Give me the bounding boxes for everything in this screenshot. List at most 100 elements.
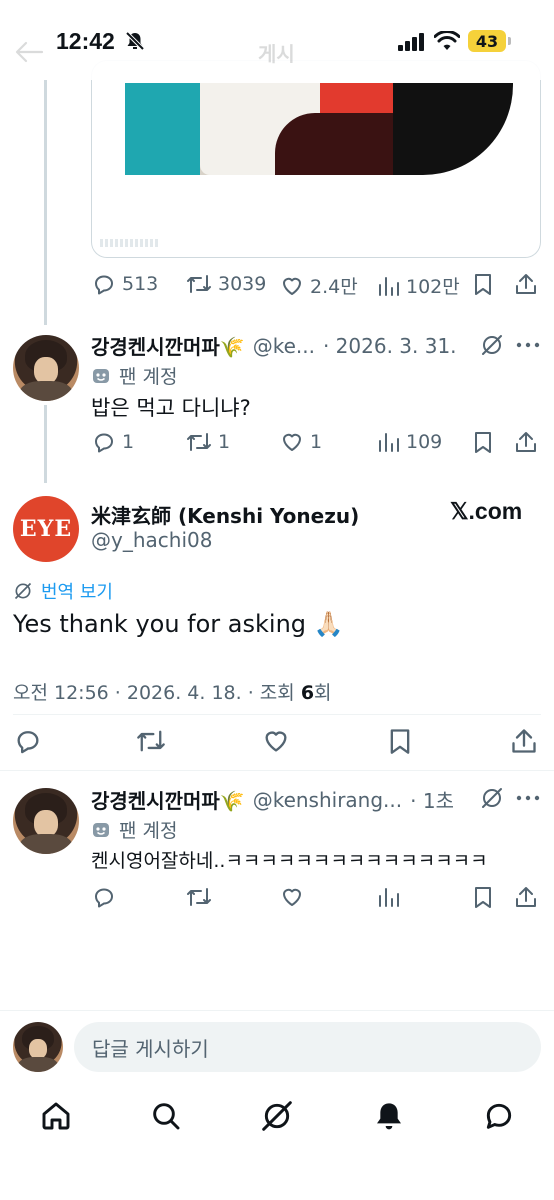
search-icon[interactable] bbox=[150, 1100, 182, 1132]
views-action[interactable] bbox=[376, 885, 400, 909]
share-icon bbox=[512, 729, 536, 753]
fan-account-label: 팬 계정 bbox=[91, 362, 177, 389]
x-com-badge: 𝕏.com bbox=[450, 498, 523, 524]
media-fineprint bbox=[100, 239, 160, 247]
masks-icon bbox=[93, 368, 109, 383]
messages-icon[interactable] bbox=[483, 1100, 515, 1132]
translate-link[interactable]: 번역 보기 bbox=[13, 578, 113, 604]
battery-level: 43 bbox=[475, 31, 499, 51]
like-button[interactable] bbox=[261, 727, 291, 755]
reply-header: 강경켄시깐머파🌾 @kenshirang... · 1초 bbox=[91, 785, 454, 814]
repost-count: 3039 bbox=[218, 273, 267, 295]
grok-icon[interactable] bbox=[480, 786, 504, 810]
grok-icon[interactable] bbox=[261, 1100, 293, 1132]
fan-label-text: 팬 계정 bbox=[119, 366, 178, 388]
repost-action[interactable]: 3039 bbox=[186, 272, 266, 296]
bookmark-icon[interactable] bbox=[472, 430, 494, 454]
like-action[interactable] bbox=[280, 885, 304, 909]
thread-line-top bbox=[44, 80, 47, 325]
reply-header: 강경켄시깐머파🌾 @ke... · 2026. 3. 31. bbox=[91, 331, 457, 360]
status-bar: 게시 12:42 43 bbox=[0, 0, 554, 80]
thread-line-mid bbox=[44, 405, 47, 483]
reply-input-placeholder: 답글 게시하기 bbox=[92, 1036, 209, 1061]
masks-icon bbox=[93, 822, 109, 837]
media-card[interactable] bbox=[91, 60, 541, 258]
repost-icon bbox=[137, 730, 165, 752]
page-title: 게시 bbox=[258, 42, 295, 66]
display-name[interactable]: 강경켄시깐머파🌾 bbox=[91, 331, 245, 360]
avatar[interactable] bbox=[13, 788, 79, 854]
display-name[interactable]: 강경켄시깐머파🌾 bbox=[91, 785, 245, 814]
vinyl-record bbox=[393, 83, 513, 175]
views-count: 102만 bbox=[406, 276, 460, 298]
share-button[interactable] bbox=[510, 727, 538, 755]
repost-icon bbox=[187, 433, 211, 451]
bell-muted-icon bbox=[124, 30, 146, 52]
reply-text: 켄시영어잘하네..ㅋㅋㅋㅋㅋㅋㅋㅋㅋㅋㅋㅋㅋㅋㅋ bbox=[91, 850, 488, 872]
status-time: 12:42 bbox=[56, 28, 115, 54]
reply-icon bbox=[95, 275, 113, 295]
views-icon bbox=[379, 276, 399, 296]
heart-icon bbox=[283, 888, 301, 906]
bookmark-icon bbox=[390, 729, 410, 754]
fan-label-text: 팬 계정 bbox=[119, 820, 178, 842]
avatar-logo-text: EYE bbox=[19, 516, 73, 542]
bookmark-button[interactable] bbox=[387, 727, 413, 755]
like-action[interactable]: 2.4만 bbox=[280, 272, 358, 299]
heart-icon bbox=[283, 433, 301, 451]
views-icon bbox=[379, 433, 399, 452]
share-icon[interactable] bbox=[514, 430, 538, 454]
post-timestamp: 오전 12:56 · 2026. 4. 18. · 조회 6회 bbox=[13, 678, 332, 705]
views-action[interactable]: 109 bbox=[376, 430, 442, 454]
views-action[interactable]: 102만 bbox=[376, 272, 460, 299]
bookmark-icon[interactable] bbox=[472, 885, 494, 909]
artwork-shadow bbox=[275, 113, 393, 175]
reply-input[interactable]: 답글 게시하기 bbox=[74, 1022, 541, 1072]
timestamp-text: 오전 12:56 · 2026. 4. 18. · 조회 bbox=[13, 682, 301, 704]
signal-icon bbox=[398, 33, 426, 51]
reply-button[interactable] bbox=[14, 727, 42, 755]
view-count: 6 bbox=[300, 682, 315, 704]
bottom-nav bbox=[0, 1090, 554, 1146]
handle[interactable]: @ke... bbox=[253, 334, 315, 358]
home-icon[interactable] bbox=[40, 1100, 72, 1132]
divider bbox=[13, 714, 541, 715]
reply-count: 513 bbox=[122, 273, 159, 295]
like-count: 1 bbox=[310, 431, 323, 453]
reply-action[interactable]: 513 bbox=[92, 272, 158, 296]
translate-label: 번역 보기 bbox=[41, 582, 113, 603]
heart-icon bbox=[265, 731, 287, 752]
composer-avatar bbox=[13, 1022, 63, 1072]
more-options-icon[interactable] bbox=[516, 342, 540, 348]
more-options-icon[interactable] bbox=[516, 795, 540, 801]
views-count: 109 bbox=[406, 431, 443, 453]
repost-action[interactable] bbox=[186, 885, 212, 909]
repost-action[interactable]: 1 bbox=[186, 430, 230, 454]
main-handle[interactable]: @y_hachi08 bbox=[91, 528, 212, 552]
reply-icon bbox=[95, 888, 113, 908]
fan-account-label: 팬 계정 bbox=[91, 816, 177, 843]
main-author-avatar[interactable]: EYE bbox=[13, 496, 79, 562]
grok-icon[interactable] bbox=[480, 333, 504, 357]
repost-icon bbox=[187, 275, 211, 293]
post-date: · 2026. 3. 31. bbox=[322, 333, 457, 358]
home-indicator-area bbox=[0, 1150, 554, 1200]
repost-button[interactable] bbox=[136, 727, 166, 755]
heart-icon bbox=[283, 277, 301, 295]
bookmark-icon[interactable] bbox=[472, 272, 494, 296]
divider bbox=[0, 770, 554, 771]
avatar[interactable] bbox=[13, 335, 79, 401]
reply-icon bbox=[17, 731, 39, 754]
reply-action[interactable]: 1 bbox=[92, 430, 134, 454]
main-display-name[interactable]: 米津玄師 (Kenshi Yonezu) bbox=[91, 500, 359, 529]
back-arrow-icon[interactable] bbox=[14, 40, 44, 64]
reply-action[interactable] bbox=[92, 885, 116, 909]
wifi-icon bbox=[434, 31, 460, 51]
share-icon[interactable] bbox=[514, 885, 538, 909]
handle[interactable]: @kenshirang... bbox=[253, 788, 402, 812]
share-icon[interactable] bbox=[514, 272, 538, 296]
like-action[interactable]: 1 bbox=[280, 430, 322, 454]
notifications-bell-icon[interactable] bbox=[373, 1100, 405, 1132]
divider bbox=[0, 1010, 554, 1011]
battery-indicator: 43 bbox=[468, 30, 506, 52]
